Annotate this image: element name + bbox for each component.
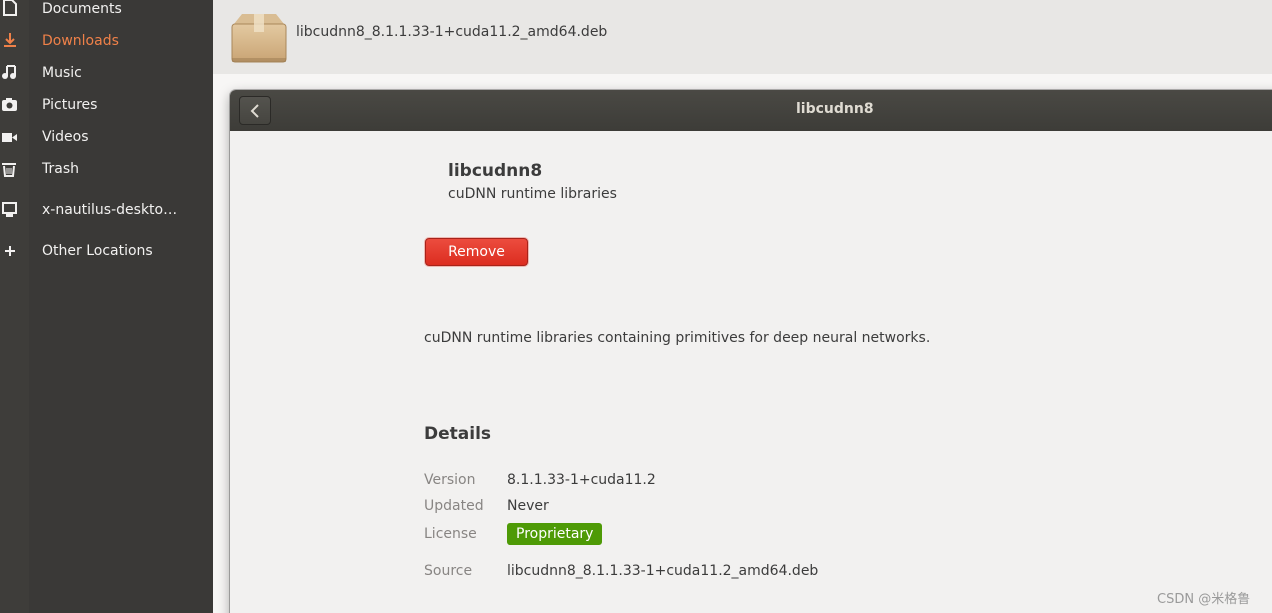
package-icon: [230, 12, 288, 64]
updated-value: Never: [507, 498, 549, 514]
file-view: libcudnn8_8.1.1.33-1+cuda11.2_amd64.deb …: [213, 0, 1272, 613]
sidebar-item-trash[interactable]: Trash: [42, 157, 79, 181]
app-description: cuDNN runtime libraries containing primi…: [424, 330, 931, 346]
app-summary: cuDNN runtime libraries: [448, 186, 617, 202]
package-details-dialog: libcudnn8 libcudnn8 cuDNN runtime librar…: [230, 90, 1272, 613]
camera-icon: [0, 95, 29, 115]
details-heading: Details: [424, 424, 492, 444]
sidebar-item-pictures[interactable]: Pictures: [42, 93, 97, 117]
updated-label: Updated: [424, 498, 484, 514]
video-icon: [0, 127, 29, 147]
remove-button[interactable]: Remove: [425, 238, 528, 266]
sidebar-item-downloads[interactable]: Downloads: [42, 29, 119, 53]
document-icon: [0, 0, 29, 20]
sidebar-item-videos[interactable]: Videos: [42, 125, 89, 149]
dialog-titlebar: libcudnn8: [230, 90, 1272, 131]
sidebar-item-documents[interactable]: Documents: [42, 0, 122, 21]
file-row[interactable]: libcudnn8_8.1.1.33-1+cuda11.2_amd64.deb: [213, 0, 1272, 74]
download-icon: [0, 31, 29, 51]
music-icon: [0, 63, 29, 83]
version-value: 8.1.1.33-1+cuda11.2: [507, 472, 656, 488]
back-button[interactable]: [239, 96, 271, 125]
sidebar-item-network-drive[interactable]: x-nautilus-deskto…: [42, 198, 177, 222]
sidebar-item-other-locations[interactable]: Other Locations: [42, 239, 153, 263]
chevron-left-icon: [250, 104, 259, 118]
app-name: libcudnn8: [448, 161, 543, 181]
sidebar-item-music[interactable]: Music: [42, 61, 82, 85]
license-badge[interactable]: Proprietary: [507, 523, 603, 545]
watermark: CSDN @米格鲁: [1157, 592, 1251, 607]
dock-strip: [0, 0, 29, 613]
network-drive-icon: [0, 200, 29, 220]
trash-icon: [0, 159, 29, 179]
sidebar: Documents Downloads Music Pictures Video…: [29, 0, 213, 613]
file-name: libcudnn8_8.1.1.33-1+cuda11.2_amd64.deb: [296, 24, 608, 40]
source-value: libcudnn8_8.1.1.33-1+cuda11.2_amd64.deb: [507, 563, 819, 579]
source-label: Source: [424, 563, 473, 579]
license-label: License: [424, 526, 477, 542]
plus-icon: [0, 241, 29, 261]
version-label: Version: [424, 472, 476, 488]
dialog-title: libcudnn8: [796, 101, 874, 117]
